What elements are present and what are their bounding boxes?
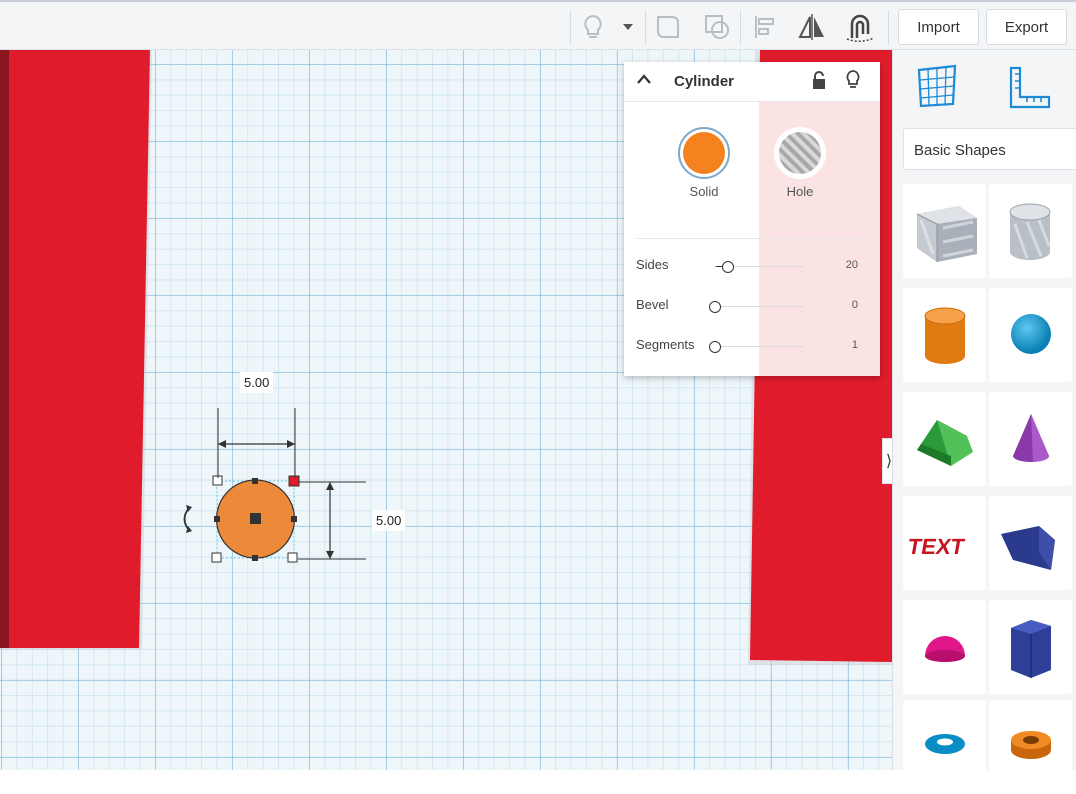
segments-slider[interactable] <box>714 346 804 347</box>
lightbulb-icon[interactable] <box>844 69 862 96</box>
shape-category-dropdown[interactable]: Basic Shapes <box>903 128 1076 170</box>
corner-handle[interactable] <box>211 552 222 563</box>
shape-tile-text[interactable]: TEXT <box>903 496 986 590</box>
export-button[interactable]: Export <box>986 9 1067 45</box>
sides-value[interactable]: 20 <box>846 259 858 271</box>
shape-tile-torus[interactable] <box>903 700 986 794</box>
import-button[interactable]: Import <box>898 9 979 45</box>
shape-tile-roof[interactable] <box>903 392 986 486</box>
bevel-slider-knob[interactable] <box>709 301 721 313</box>
side-handle[interactable] <box>291 516 297 522</box>
dropdown-arrow-icon[interactable] <box>618 10 638 44</box>
workplane-tool-icon[interactable] <box>915 64 959 113</box>
segments-slider-knob[interactable] <box>709 341 721 353</box>
hole-label: Hole <box>786 184 814 199</box>
shape-tile-cone[interactable] <box>989 392 1072 486</box>
side-handle[interactable] <box>252 478 258 484</box>
depth-dimension-label[interactable]: 5.00 <box>372 510 406 531</box>
shape-tile-wedge[interactable] <box>989 496 1072 590</box>
cruise-icon[interactable] <box>843 10 877 44</box>
shape-tile-cylinder-hole[interactable] <box>989 184 1072 278</box>
inspector-title: Cylinder <box>674 73 735 90</box>
segments-value[interactable]: 1 <box>852 339 858 351</box>
toolbar-separator <box>888 10 889 44</box>
ruler-tool-icon[interactable] <box>1007 64 1055 115</box>
sides-label: Sides <box>636 257 669 272</box>
solid-color-fill <box>683 132 725 174</box>
hole-pattern-fill <box>779 132 821 174</box>
shape-inspector: Cylinder Solid Hole Sides 20 Bevel 0 Seg… <box>624 62 880 376</box>
segments-label: Segments <box>636 337 695 352</box>
bevel-value[interactable]: 0 <box>852 299 858 311</box>
width-dimension-label[interactable]: 5.00 <box>240 372 274 393</box>
shape-tile-tube[interactable] <box>989 700 1072 794</box>
sides-slider-knob[interactable] <box>722 261 734 273</box>
side-handle[interactable] <box>214 516 220 522</box>
inspector-divider <box>636 238 868 239</box>
rotate-arrowheads <box>186 505 192 533</box>
toolbar-separator <box>740 10 741 44</box>
corner-handle[interactable] <box>287 552 298 563</box>
collapse-inspector-icon[interactable] <box>636 72 652 88</box>
svg-text:TEXT: TEXT <box>906 534 967 559</box>
center-handle[interactable] <box>250 513 261 524</box>
bevel-slider[interactable] <box>714 306 804 307</box>
solid-swatch[interactable] <box>678 127 730 179</box>
shape-tile-sphere[interactable] <box>989 288 1072 382</box>
side-handle[interactable] <box>252 555 258 561</box>
bevel-label: Bevel <box>636 297 669 312</box>
shape-tile-box-hole[interactable] <box>903 184 986 278</box>
shape-tile-half-sphere[interactable] <box>903 600 986 694</box>
shape-tile-polygon[interactable] <box>989 600 1072 694</box>
red-box-left[interactable] <box>0 50 150 648</box>
lightbulb-icon[interactable] <box>578 10 608 44</box>
solid-label: Solid <box>689 184 719 199</box>
inspector-header: Cylinder <box>624 62 880 102</box>
align-icon[interactable] <box>750 10 780 44</box>
group-icon[interactable] <box>653 10 683 44</box>
toolbar-separator <box>570 10 571 44</box>
hole-swatch[interactable] <box>774 127 826 179</box>
corner-handle-active[interactable] <box>288 475 300 487</box>
lock-icon[interactable] <box>810 70 828 97</box>
ungroup-icon[interactable] <box>702 10 732 44</box>
shape-tile-cylinder[interactable] <box>903 288 986 382</box>
top-toolbar: Import Export <box>0 0 1076 50</box>
toolbar-separator <box>645 10 646 44</box>
shapes-panel: Basic Shapes TEXT <box>892 50 1076 794</box>
mirror-icon[interactable] <box>796 10 828 44</box>
red-box-left-side <box>0 50 9 648</box>
